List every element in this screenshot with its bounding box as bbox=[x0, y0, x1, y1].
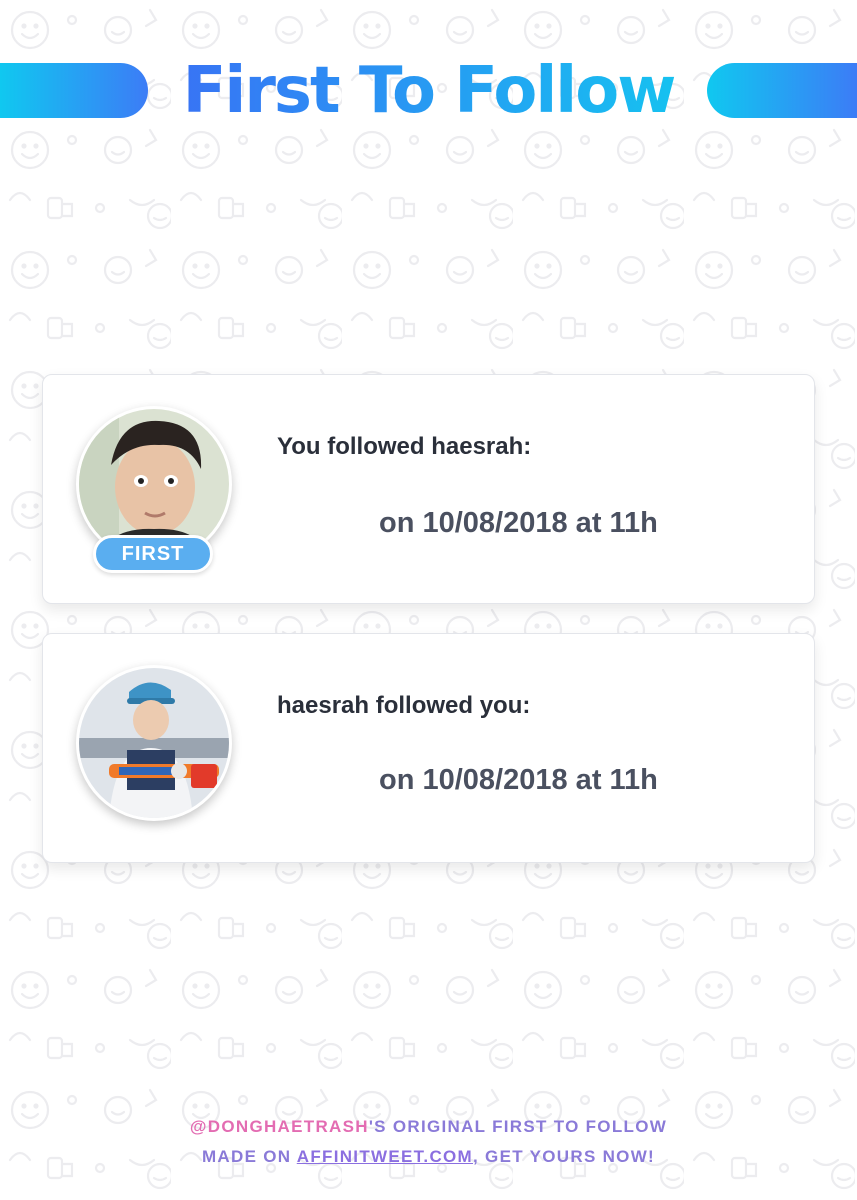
follow-label: haesrah followed you: bbox=[277, 692, 531, 719]
follow-date: on 10/08/2018 at 11h bbox=[379, 764, 658, 796]
footer-suffix: , GET YOURS NOW! bbox=[473, 1147, 656, 1166]
profile-photo-icon bbox=[79, 668, 229, 818]
header-left-bar bbox=[0, 63, 148, 118]
footer-credit-text: 'S ORIGINAL FIRST TO FOLLOW bbox=[368, 1117, 668, 1136]
footer-cta: MADE ON AFFINITWEET.COM, GET YOURS NOW! bbox=[0, 1147, 857, 1167]
avatar bbox=[76, 665, 232, 821]
first-badge: FIRST bbox=[93, 535, 213, 573]
footer-handle: @DONGHAETRASH bbox=[189, 1117, 369, 1136]
follow-label: You followed haesrah: bbox=[277, 433, 532, 460]
footer-prefix: MADE ON bbox=[201, 1147, 297, 1166]
footer-credit: @DONGHAETRASH'S ORIGINAL FIRST TO FOLLOW bbox=[0, 1117, 857, 1137]
page-title: First To Follow bbox=[150, 48, 707, 134]
follow-card-followed-you: haesrah followed you: on 10/08/2018 at 1… bbox=[42, 633, 815, 863]
follow-date: on 10/08/2018 at 11h bbox=[379, 507, 658, 539]
header-right-bar bbox=[707, 63, 857, 118]
affinitweet-link[interactable]: AFFINITWEET.COM bbox=[297, 1147, 473, 1166]
follow-card-you-followed: FIRST You followed haesrah: on 10/08/201… bbox=[42, 374, 815, 604]
